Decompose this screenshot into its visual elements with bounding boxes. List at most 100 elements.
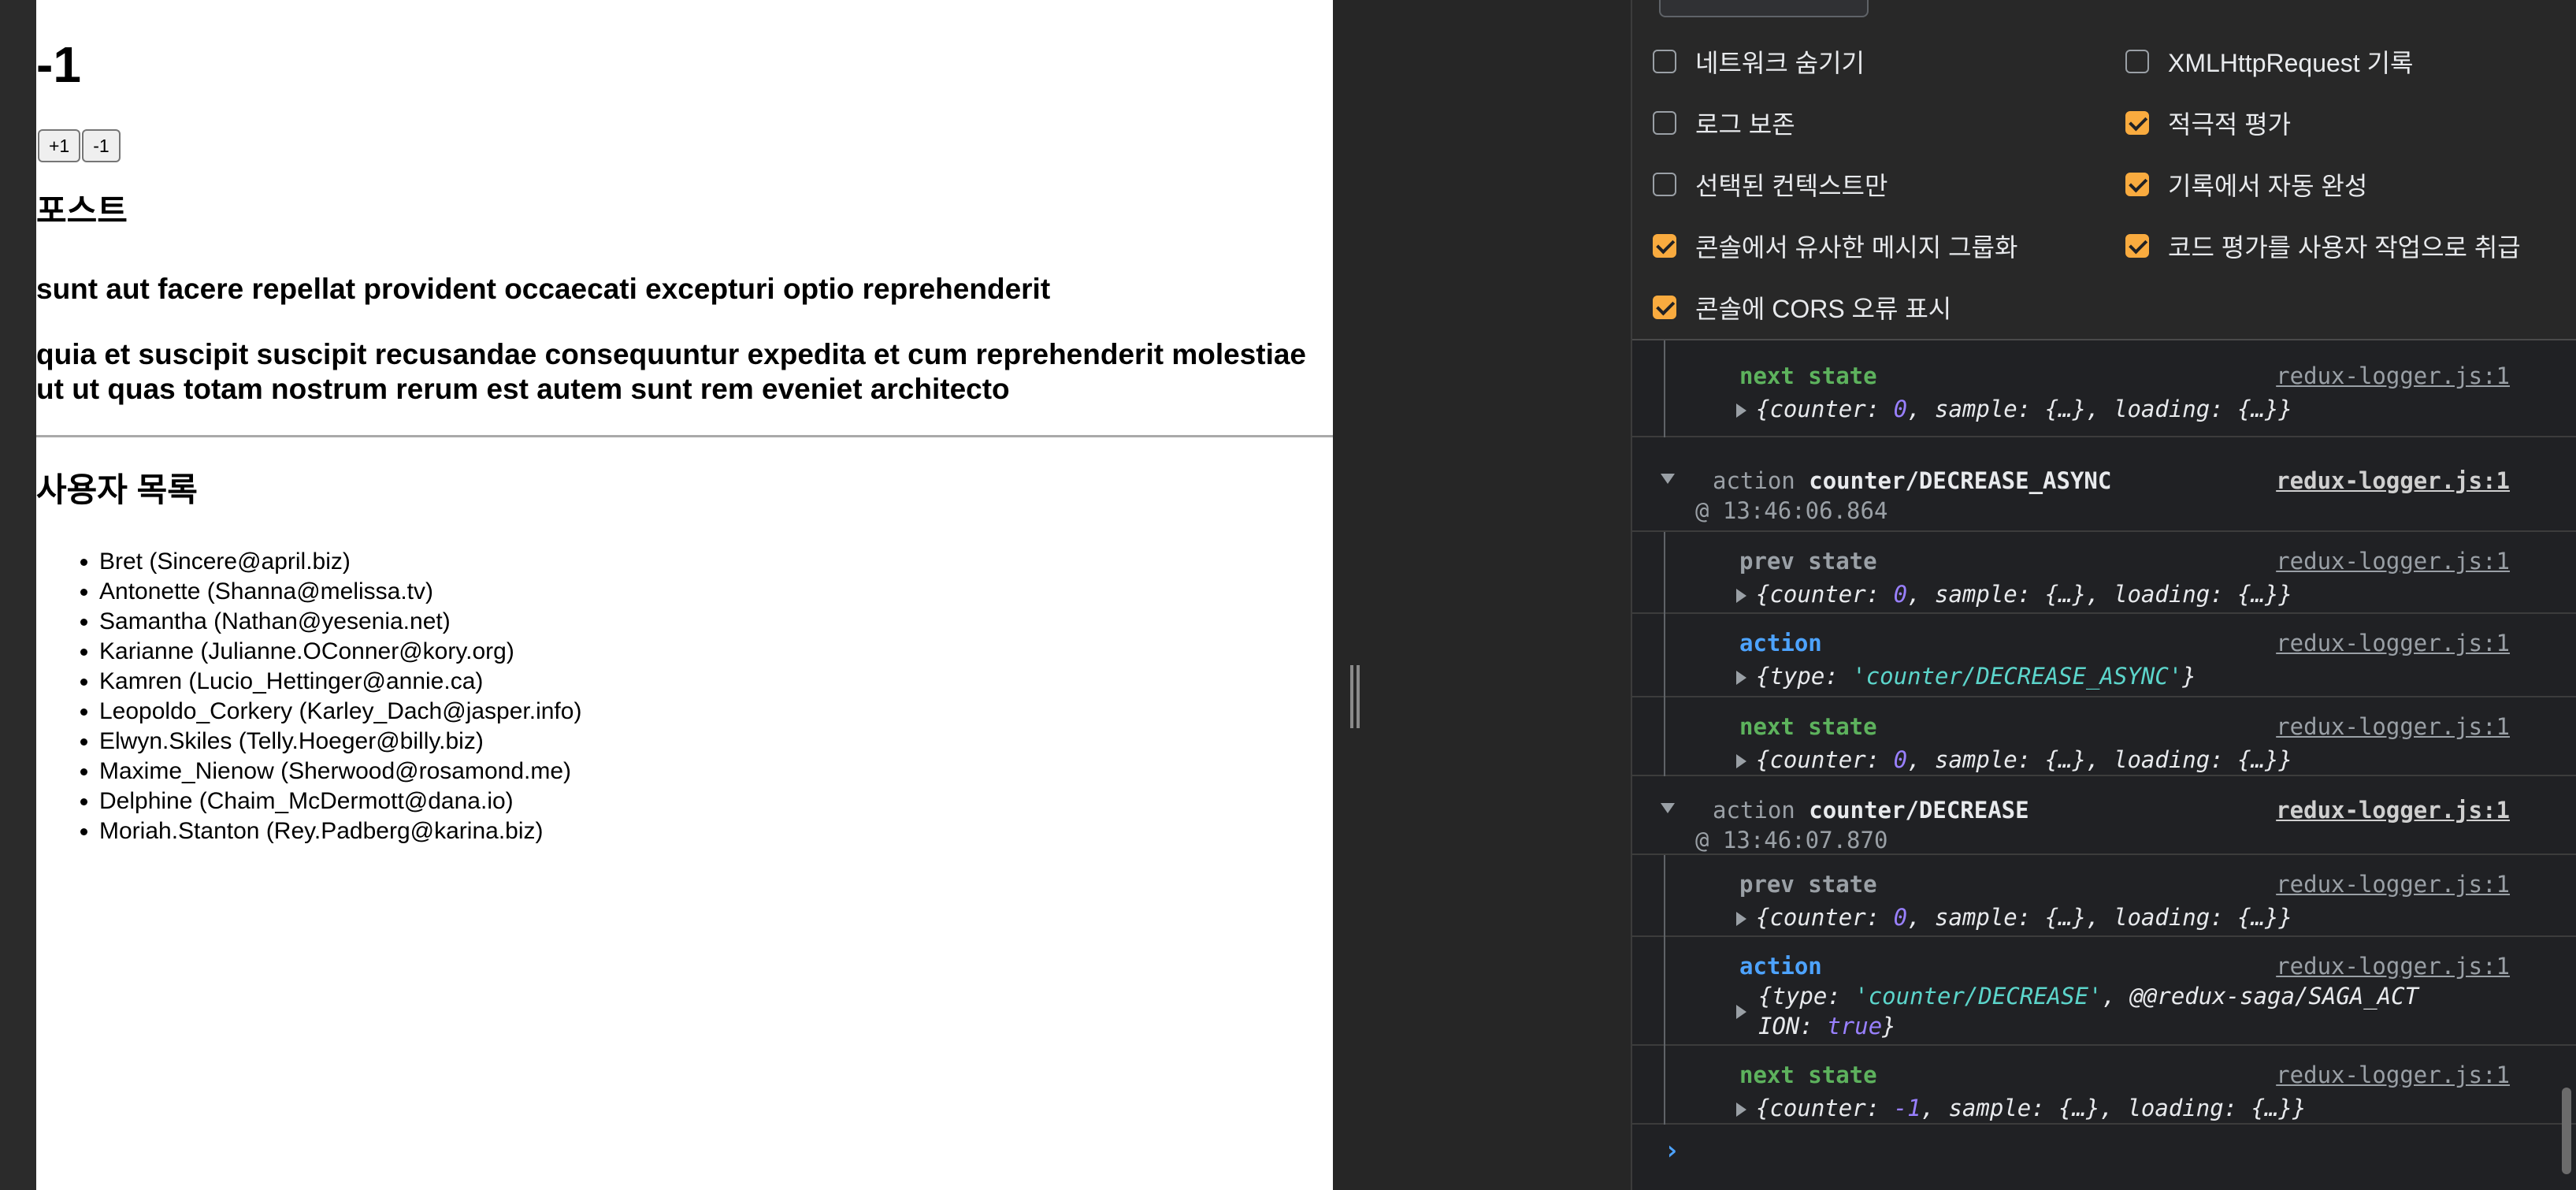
checkbox[interactable] <box>2125 173 2149 196</box>
action-object-wrap: ION: true} <box>1758 1013 1896 1039</box>
counter-buttons: +1 -1 <box>38 129 122 162</box>
expand-icon <box>1736 589 1746 603</box>
checkbox[interactable] <box>1653 296 1676 319</box>
user-list: Bret (Sincere@april.biz) Antonette (Shan… <box>36 547 581 846</box>
setting-preserve-log[interactable]: 로그 보존 <box>1653 105 1795 141</box>
log-row-next-state: next state redux-logger.js:1 {counter: 0… <box>1632 339 2576 437</box>
setting-label: 네트워크 숨기기 <box>1695 49 1865 77</box>
source-link[interactable]: redux-logger.js:1 <box>2276 548 2510 575</box>
setting-label: XMLHttpRequest 기록 <box>2168 49 2414 77</box>
log-row-action: action redux-logger.js:1 {type: 'counter… <box>1632 614 2576 697</box>
panel-gap <box>1333 0 1631 1190</box>
post-title: sunt aut facere repellat provident occae… <box>36 273 1051 305</box>
source-link[interactable]: redux-logger.js:1 <box>2276 363 2510 389</box>
expand-icon <box>1736 403 1746 418</box>
group-time: @ 13:46:06.864 <box>1695 497 1888 524</box>
setting-cors-errors[interactable]: 콘솔에 CORS 오류 표시 <box>1653 289 1951 325</box>
checkbox[interactable] <box>1653 50 1676 73</box>
setting-autocomplete[interactable]: 기록에서 자동 완성 <box>2125 166 2367 203</box>
action-label: action <box>1739 953 1822 980</box>
source-link[interactable]: redux-logger.js:1 <box>2276 630 2510 656</box>
collapse-icon[interactable] <box>1661 474 1675 484</box>
checkbox[interactable] <box>2125 111 2149 135</box>
setting-label: 선택된 컨텍스트만 <box>1695 172 1888 200</box>
setting-group-similar[interactable]: 콘솔에서 유사한 메시지 그룹화 <box>1653 228 2017 264</box>
log-row-next-state: next state redux-logger.js:1 {counter: -… <box>1632 1046 2576 1125</box>
state-object[interactable]: {counter: -1, sample: {…}, loading: {…}} <box>1736 1095 2306 1121</box>
next-state-label: next state <box>1739 363 1877 389</box>
checkbox[interactable] <box>1653 111 1676 135</box>
list-item: Moriah.Stanton (Rey.Padberg@karina.biz) <box>99 816 581 846</box>
checkbox[interactable] <box>2125 234 2149 258</box>
state-object[interactable]: {counter: 0, sample: {…}, loading: {…}} <box>1736 746 2292 773</box>
post-title: quia et suscipit suscipit recusandae con… <box>36 338 1307 405</box>
source-link[interactable]: redux-logger.js:1 <box>2276 1062 2510 1088</box>
users-title: 사용자 목록 <box>36 471 198 508</box>
log-row-action: action redux-logger.js:1 {type: 'counter… <box>1632 937 2576 1046</box>
setting-label: 콘솔에서 유사한 메시지 그룹화 <box>1695 233 2018 262</box>
setting-hide-network[interactable]: 네트워크 숨기기 <box>1653 43 1865 80</box>
prev-state-label: prev state <box>1739 871 1877 898</box>
list-item: Leopoldo_Corkery (Karley_Dach@jasper.inf… <box>99 697 581 727</box>
expand-icon[interactable] <box>1736 1005 1746 1019</box>
state-object[interactable]: {counter: 0, sample: {…}, loading: {…}} <box>1736 581 2292 608</box>
setting-label: 코드 평가를 사용자 작업으로 취급 <box>2168 233 2521 262</box>
source-link[interactable]: redux-logger.js:1 <box>2276 713 2510 740</box>
console-scrollbar[interactable] <box>2562 1088 2571 1174</box>
next-state-label: next state <box>1739 713 1877 740</box>
window-left-edge <box>0 0 36 1190</box>
list-item: Bret (Sincere@april.biz) <box>99 547 581 577</box>
log-group-header[interactable]: action counter/DECREASE redux-logger.js:… <box>1632 776 2576 855</box>
list-item: Elwyn.Skiles (Telly.Hoeger@billy.biz) <box>99 727 581 757</box>
group-title: action counter/DECREASE_ASYNC <box>1713 467 2112 494</box>
action-object[interactable]: {type: 'counter/DECREASE_ASYNC'} <box>1736 663 2196 690</box>
setting-label: 적극적 평가 <box>2168 110 2292 139</box>
setting-eager-eval[interactable]: 적극적 평가 <box>2125 105 2291 141</box>
list-item: Maxime_Nienow (Sherwood@rosamond.me) <box>99 757 581 787</box>
action-label: action <box>1739 630 1822 656</box>
log-row-prev-state: prev state redux-logger.js:1 {counter: 0… <box>1632 855 2576 937</box>
setting-label: 기록에서 자동 완성 <box>2168 172 2368 200</box>
state-object[interactable]: {counter: 0, sample: {…}, loading: {…}} <box>1736 904 2292 931</box>
setting-label: 콘솔에 CORS 오류 표시 <box>1695 295 1952 323</box>
checkbox[interactable] <box>1653 173 1676 196</box>
log-group-header[interactable]: action counter/DECREASE_ASYNC redux-logg… <box>1632 437 2576 532</box>
source-link[interactable]: redux-logger.js:1 <box>2276 797 2510 824</box>
group-time: @ 13:46:07.870 <box>1695 827 1888 853</box>
console-settings: 네트워크 숨기기 XMLHttpRequest 기록 로그 보존 적극적 평가 … <box>1632 0 2576 340</box>
log-row-next-state: next state redux-logger.js:1 {counter: 0… <box>1632 697 2576 776</box>
source-link[interactable]: redux-logger.js:1 <box>2276 467 2510 494</box>
source-link[interactable]: redux-logger.js:1 <box>2276 871 2510 898</box>
toolbar-control[interactable] <box>1659 0 1869 17</box>
decrease-button[interactable]: -1 <box>82 129 121 162</box>
posts-title: 포스트 <box>36 192 128 229</box>
list-item: Delphine (Chaim_McDermott@dana.io) <box>99 787 581 816</box>
console-log: next state redux-logger.js:1 {counter: 0… <box>1632 339 2576 1190</box>
expand-icon <box>1736 754 1746 768</box>
console-prompt-icon[interactable]: › <box>1664 1135 1680 1166</box>
increase-button[interactable]: +1 <box>38 129 81 162</box>
expand-icon <box>1736 912 1746 926</box>
setting-log-xhr[interactable]: XMLHttpRequest 기록 <box>2125 43 2413 80</box>
action-object[interactable]: {type: 'counter/DECREASE', @@redux-saga/… <box>1758 983 2418 1010</box>
state-object[interactable]: {counter: 0, sample: {…}, loading: {…}} <box>1736 396 2292 422</box>
list-item: Kamren (Lucio_Hettinger@annie.ca) <box>99 667 581 697</box>
setting-user-activation[interactable]: 코드 평가를 사용자 작업으로 취급 <box>2125 228 2521 264</box>
expand-icon <box>1736 1103 1746 1117</box>
divider <box>36 435 1333 437</box>
counter-value: -1 <box>36 36 81 93</box>
app-page: -1 +1 -1 포스트 sunt aut facere repellat pr… <box>36 0 1333 1190</box>
list-item: Karianne (Julianne.OConner@kory.org) <box>99 637 581 667</box>
checkbox[interactable] <box>1653 234 1676 258</box>
source-link[interactable]: redux-logger.js:1 <box>2276 953 2510 980</box>
devtools-panel: next state redux-logger.js:1 {counter: 0… <box>1631 0 2576 1190</box>
expand-icon <box>1736 671 1746 685</box>
next-state-label: next state <box>1739 1062 1877 1088</box>
collapse-icon[interactable] <box>1661 803 1675 813</box>
setting-selected-context[interactable]: 선택된 컨텍스트만 <box>1653 166 1887 203</box>
log-row-prev-state: prev state redux-logger.js:1 {counter: 0… <box>1632 532 2576 614</box>
checkbox[interactable] <box>2125 50 2149 73</box>
setting-label: 로그 보존 <box>1695 110 1795 139</box>
group-title: action counter/DECREASE <box>1713 797 2029 824</box>
resize-handle[interactable] <box>1350 665 1360 728</box>
